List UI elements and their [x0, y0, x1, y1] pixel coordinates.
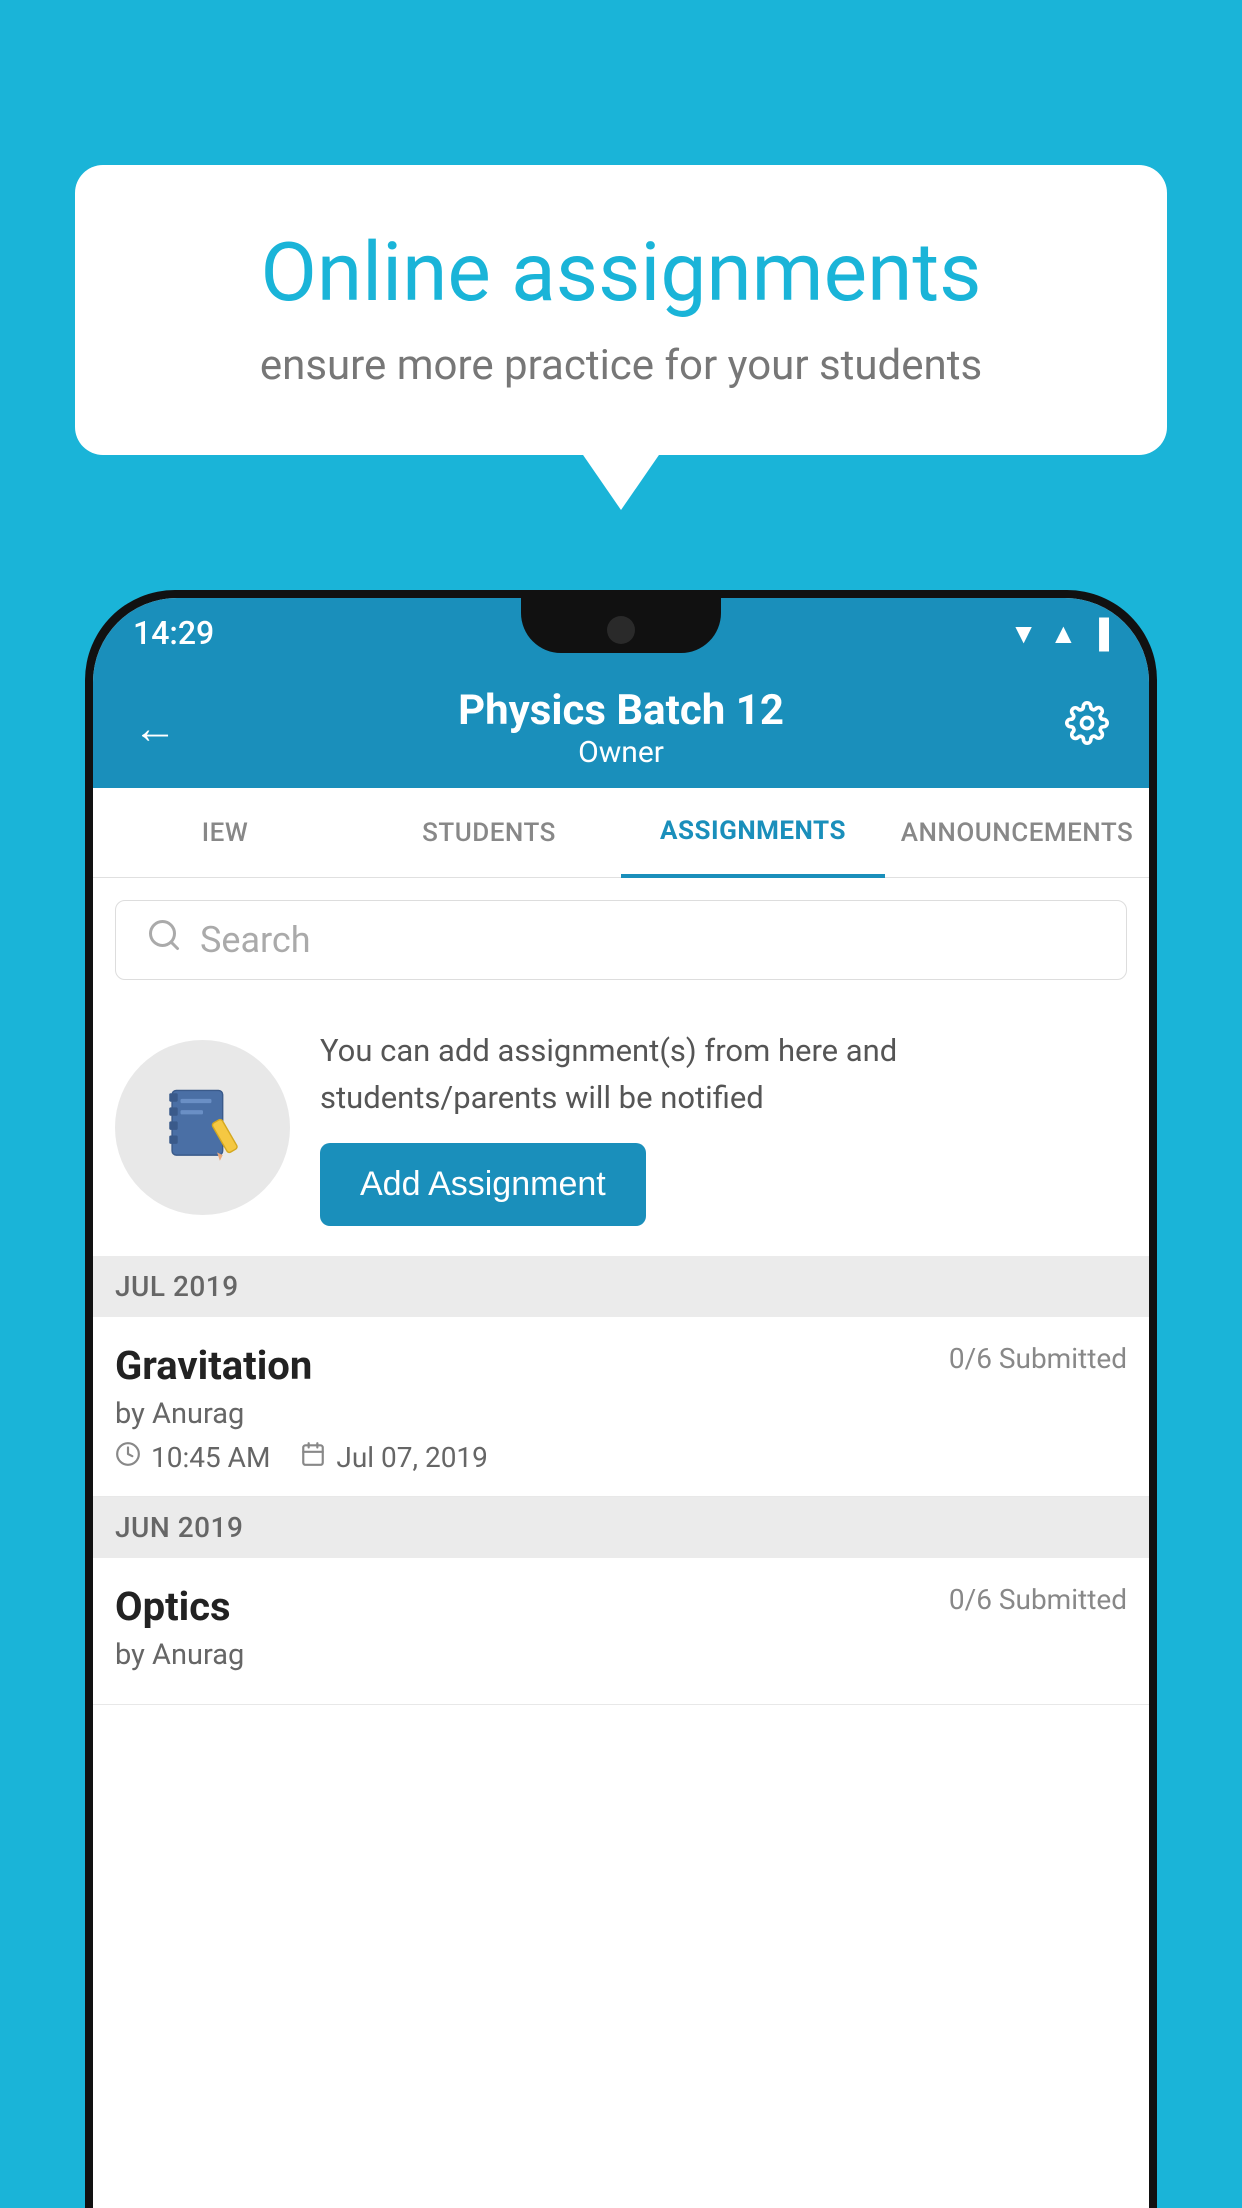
back-button[interactable]: ← — [133, 702, 177, 754]
assignment-author-optics: by Anurag — [115, 1638, 1127, 1672]
tab-iew[interactable]: IEW — [93, 788, 357, 878]
status-time: 14:29 — [133, 614, 214, 652]
promo-card: You can add assignment(s) from here and … — [93, 998, 1149, 1256]
assignment-time: 10:45 AM — [151, 1441, 270, 1474]
assignment-submitted-optics: 0/6 Submitted — [949, 1583, 1127, 1616]
wifi-icon: ▼ — [1010, 617, 1038, 650]
add-assignment-button[interactable]: Add Assignment — [320, 1143, 646, 1226]
promo-description: You can add assignment(s) from here and … — [320, 1028, 1127, 1121]
assignment-meta: 10:45 AM Jul 07, 2019 — [115, 1441, 1127, 1474]
assignment-author: by Anurag — [115, 1397, 1127, 1431]
search-placeholder: Search — [200, 919, 311, 961]
camera — [607, 616, 635, 644]
assignment-item-gravitation[interactable]: Gravitation 0/6 Submitted by Anurag 10:4… — [93, 1317, 1149, 1497]
app-header: ← Physics Batch 12 Owner — [93, 668, 1149, 788]
speech-bubble: Online assignments ensure more practice … — [75, 165, 1167, 455]
assignment-header-optics: Optics 0/6 Submitted — [115, 1583, 1127, 1630]
assignment-submitted: 0/6 Submitted — [949, 1342, 1127, 1375]
search-bar[interactable]: Search — [115, 900, 1127, 980]
clock-icon — [115, 1441, 141, 1474]
meta-date: Jul 07, 2019 — [300, 1441, 488, 1474]
bubble-subtitle: ensure more practice for your students — [145, 341, 1097, 390]
tabs-bar: IEW STUDENTS ASSIGNMENTS ANNOUNCEMENTS — [93, 788, 1149, 878]
status-icons: ▼ ▲ ▐ — [1010, 617, 1109, 650]
speech-bubble-container: Online assignments ensure more practice … — [75, 165, 1167, 455]
promo-icon-circle — [115, 1040, 290, 1215]
assignment-date: Jul 07, 2019 — [336, 1441, 488, 1474]
header-subtitle: Owner — [458, 735, 784, 770]
header-title-group: Physics Batch 12 Owner — [458, 686, 784, 770]
battery-icon: ▐ — [1089, 617, 1109, 650]
section-jun-2019: JUN 2019 — [93, 1497, 1149, 1558]
assignment-name-optics: Optics — [115, 1583, 231, 1630]
calendar-icon — [300, 1441, 326, 1474]
phone-frame: 14:29 ▼ ▲ ▐ ← Physics Batch 12 Owner — [85, 590, 1157, 2208]
phone-inner: 14:29 ▼ ▲ ▐ ← Physics Batch 12 Owner — [93, 598, 1149, 2208]
assignment-header: Gravitation 0/6 Submitted — [115, 1342, 1127, 1389]
assignment-item-optics[interactable]: Optics 0/6 Submitted by Anurag — [93, 1558, 1149, 1705]
promo-text-area: You can add assignment(s) from here and … — [320, 1028, 1127, 1226]
header-title: Physics Batch 12 — [458, 686, 784, 735]
meta-time: 10:45 AM — [115, 1441, 270, 1474]
content-area: Search — [93, 878, 1149, 2208]
section-jul-2019: JUL 2019 — [93, 1256, 1149, 1317]
search-icon — [146, 917, 182, 963]
tab-announcements[interactable]: ANNOUNCEMENTS — [885, 788, 1149, 878]
assignment-name: Gravitation — [115, 1342, 312, 1389]
bubble-title: Online assignments — [145, 225, 1097, 321]
settings-button[interactable] — [1065, 701, 1109, 756]
tab-assignments[interactable]: ASSIGNMENTS — [621, 788, 885, 878]
tab-students[interactable]: STUDENTS — [357, 788, 621, 878]
signal-icon: ▲ — [1049, 617, 1077, 650]
notch — [521, 598, 721, 653]
